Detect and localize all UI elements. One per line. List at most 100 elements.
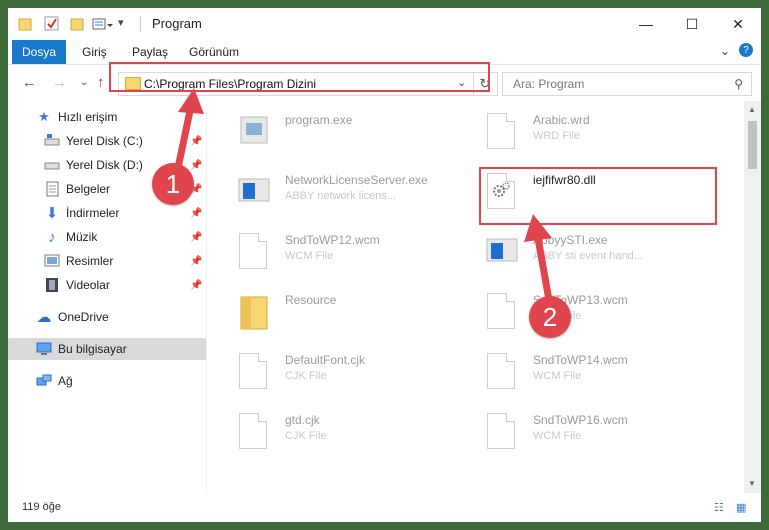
scroll-down-icon[interactable]: ▼ bbox=[748, 479, 756, 488]
sidebar-item-network[interactable]: Ağ bbox=[8, 370, 206, 392]
large-icons-view-icon[interactable]: ▦ bbox=[736, 501, 750, 514]
recent-locations-icon[interactable]: ⌄ bbox=[80, 77, 88, 88]
sidebar-item-label: Hızlı erişim bbox=[58, 110, 118, 124]
pin-icon: 📌 bbox=[190, 135, 203, 147]
properties-icon[interactable] bbox=[44, 16, 60, 32]
folder-icon bbox=[18, 18, 32, 31]
tab-view[interactable]: Görünüm bbox=[189, 40, 239, 64]
file-name: gtd.cjk bbox=[285, 413, 320, 427]
help-icon[interactable]: ? bbox=[739, 43, 753, 57]
list-item[interactable]: SndToWP16.wcm WCM File bbox=[477, 405, 707, 461]
file-name: program.exe bbox=[285, 113, 353, 127]
step-marker-2: 2 bbox=[529, 296, 571, 338]
list-item[interactable]: Resource bbox=[229, 285, 459, 341]
pin-icon: 📌 bbox=[190, 255, 203, 267]
tab-home[interactable]: Giriş bbox=[82, 40, 107, 64]
maximize-button[interactable]: ☐ bbox=[669, 8, 715, 40]
step-marker-1: 1 bbox=[152, 163, 194, 205]
sidebar-item-this-pc[interactable]: Bu bilgisayar bbox=[8, 338, 206, 360]
minimize-button[interactable]: — bbox=[623, 8, 669, 40]
file-list: program.exe Arabic.wrd WRD File NetworkL… bbox=[207, 101, 743, 493]
sidebar-item-pictures[interactable]: Resimler 📌 bbox=[8, 250, 206, 272]
application-icon bbox=[486, 238, 518, 262]
folder-icon bbox=[240, 296, 268, 330]
drive-icon bbox=[44, 162, 60, 170]
downloads-icon: ⬇ bbox=[45, 205, 59, 222]
videos-icon bbox=[46, 278, 58, 292]
list-item[interactable]: Arabic.wrd WRD File bbox=[477, 105, 707, 161]
sidebar-item-label: İndirmeler bbox=[66, 206, 120, 220]
sidebar-item-downloads[interactable]: ⬇ İndirmeler 📌 bbox=[8, 202, 206, 224]
sidebar-item-drive-c[interactable]: Yerel Disk (C:) 📌 bbox=[8, 130, 206, 152]
sidebar-item-label: Videolar bbox=[66, 278, 110, 292]
back-arrow-icon[interactable]: ← bbox=[22, 74, 37, 91]
search-icon: ⚲ bbox=[734, 77, 743, 91]
sidebar-item-label: Müzik bbox=[66, 230, 98, 244]
file-name: SndToWP14.wcm bbox=[533, 353, 628, 367]
music-icon: ♪ bbox=[48, 228, 56, 246]
file-type: WCM File bbox=[533, 370, 582, 382]
sidebar-item-music[interactable]: ♪ Müzik 📌 bbox=[8, 226, 206, 248]
list-item[interactable]: SndToWP12.wcm WCM File bbox=[229, 225, 459, 281]
close-button[interactable]: ✕ bbox=[715, 8, 761, 40]
sidebar-item-quick-access[interactable]: ★ Hızlı erişim bbox=[8, 106, 206, 128]
file-icon bbox=[485, 291, 521, 335]
file-name: AbbyySTI.exe bbox=[533, 233, 608, 247]
file-type: CJK File bbox=[285, 430, 327, 442]
cloud-icon: ☁ bbox=[36, 309, 52, 326]
sidebar-item-onedrive[interactable]: ☁ OneDrive bbox=[8, 306, 206, 328]
pin-icon: 📌 bbox=[190, 207, 203, 219]
status-bar: 119 öğe ☷ ▦ bbox=[8, 493, 761, 522]
documents-icon bbox=[46, 181, 59, 197]
sidebar-item-label: Bu bilgisayar bbox=[58, 342, 127, 356]
new-folder-icon[interactable] bbox=[70, 16, 84, 32]
sidebar-item-label: Ağ bbox=[58, 374, 73, 388]
sidebar-item-label: Resimler bbox=[66, 254, 114, 268]
scroll-up-icon[interactable]: ▲ bbox=[748, 105, 756, 114]
address-highlight-box bbox=[109, 62, 490, 92]
list-item[interactable]: AbbyySTI.exe ABBY sti event hand... bbox=[477, 225, 707, 281]
pin-icon: 📌 bbox=[190, 231, 203, 243]
list-item[interactable]: SndToWP14.wcm WCM File bbox=[477, 345, 707, 401]
pictures-icon bbox=[44, 254, 60, 267]
file-type: WCM File bbox=[533, 430, 582, 442]
search-placeholder: Ara: Program bbox=[513, 77, 585, 91]
list-item[interactable]: program.exe bbox=[229, 105, 459, 161]
file-name: SndToWP12.wcm bbox=[285, 233, 380, 247]
ribbon-tabs: Dosya Giriş Paylaş Görünüm ⌄ ? bbox=[8, 40, 761, 64]
quick-access-dropdown-icon[interactable]: ▾ bbox=[118, 16, 124, 32]
application-icon bbox=[240, 116, 268, 144]
customize-toolbar-icon[interactable] bbox=[92, 16, 114, 32]
file-icon bbox=[485, 111, 521, 155]
file-type: WRD File bbox=[533, 130, 581, 142]
title-separator bbox=[140, 16, 141, 32]
file-icon bbox=[485, 411, 521, 455]
drive-icon bbox=[44, 134, 60, 146]
star-icon: ★ bbox=[38, 109, 50, 124]
details-view-icon[interactable]: ☷ bbox=[714, 501, 728, 514]
pin-icon: 📌 bbox=[190, 159, 203, 171]
forward-arrow-icon[interactable]: → bbox=[52, 74, 67, 91]
expand-ribbon-icon[interactable]: ⌄ bbox=[720, 44, 730, 58]
vertical-scrollbar[interactable]: ▲ ▼ bbox=[744, 101, 761, 493]
search-input[interactable]: Ara: Program ⚲ bbox=[502, 72, 752, 96]
tab-file[interactable]: Dosya bbox=[12, 40, 66, 64]
file-icon bbox=[237, 411, 273, 455]
network-icon bbox=[36, 374, 52, 386]
item-count: 119 öğe bbox=[22, 501, 61, 513]
file-icon bbox=[237, 351, 273, 395]
file-type: WCM File bbox=[285, 250, 334, 262]
sidebar-item-videos[interactable]: Videolar 📌 bbox=[8, 274, 206, 296]
window-title: Program bbox=[152, 16, 202, 31]
list-item[interactable]: gtd.cjk CJK File bbox=[229, 405, 459, 461]
sidebar-item-label: OneDrive bbox=[58, 310, 109, 324]
list-item[interactable]: DefaultFont.cjk CJK File bbox=[229, 345, 459, 401]
list-item[interactable]: NetworkLicenseServer.exe ABBY network li… bbox=[229, 165, 459, 221]
list-item[interactable]: SndToWP13.wcm WCM File bbox=[477, 285, 707, 341]
file-name: Arabic.wrd bbox=[533, 113, 590, 127]
tab-share[interactable]: Paylaş bbox=[132, 40, 168, 64]
scroll-thumb[interactable] bbox=[748, 121, 757, 169]
file-icon bbox=[485, 351, 521, 395]
up-arrow-icon[interactable]: ↑ bbox=[97, 74, 105, 91]
file-type: ABBY network licens... bbox=[285, 190, 397, 202]
